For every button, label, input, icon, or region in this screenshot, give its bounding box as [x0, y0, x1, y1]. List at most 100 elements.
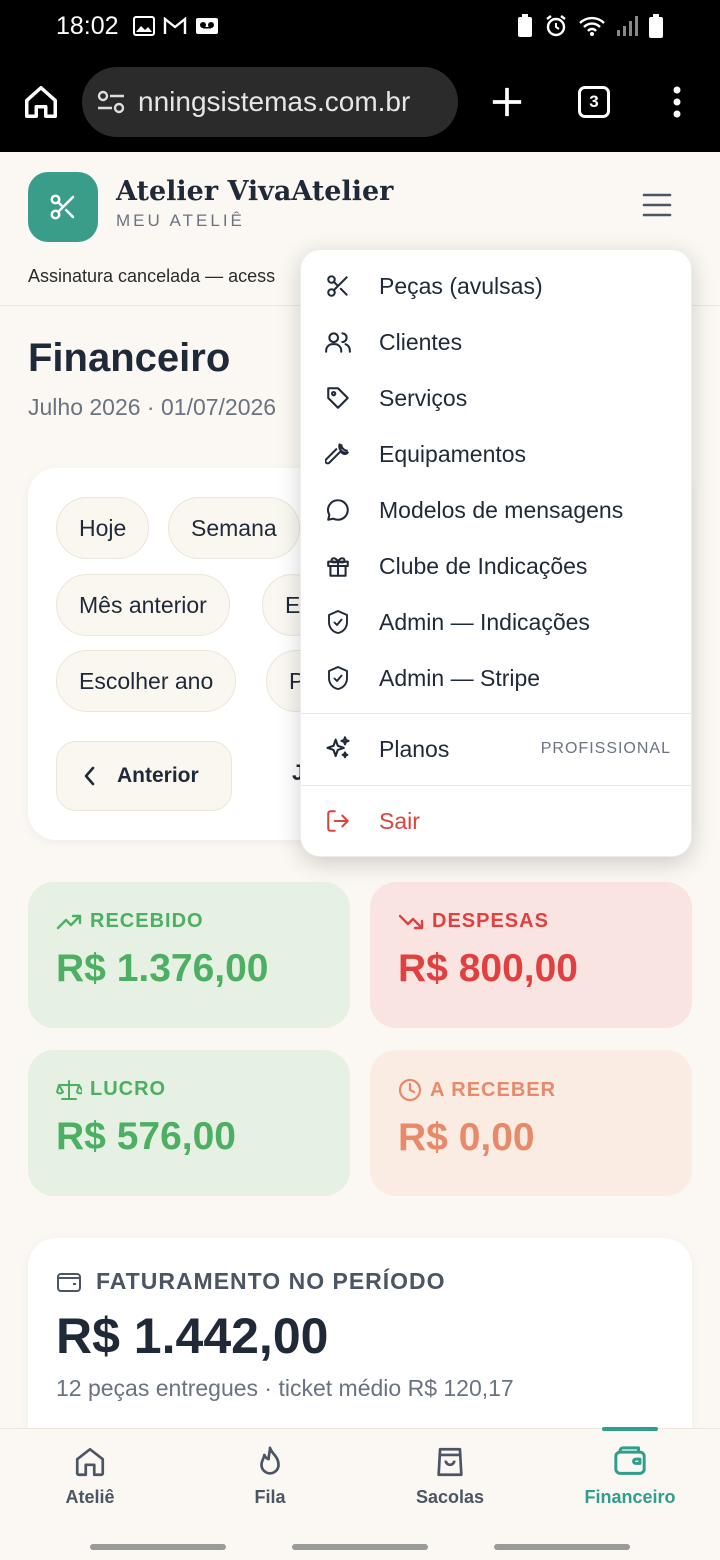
nav-sacolas-label: Sacolas — [415, 1487, 485, 1507]
flame-icon — [253, 1445, 287, 1479]
shield-icon — [323, 609, 353, 635]
nav-atelie[interactable]: Ateliê — [0, 1445, 180, 1508]
bag-icon — [433, 1445, 467, 1479]
clock-icon — [398, 1078, 422, 1102]
page-title: Financeiro — [28, 336, 231, 380]
gesture-bar-left — [90, 1544, 226, 1550]
stat-a-receber: A RECEBER R$ 0,00 — [370, 1050, 692, 1196]
nav-fila[interactable]: Fila — [180, 1445, 360, 1508]
tab-count: 3 — [578, 86, 610, 118]
wrench-icon — [323, 441, 353, 467]
brand-name: Atelier VivaAtelier — [116, 176, 394, 207]
browser-toolbar: nningsistemas.com.br 3 — [0, 52, 720, 152]
gmail-icon — [163, 17, 187, 35]
plan-badge: PROFISSIONAL — [540, 740, 671, 757]
menu-item-servicos-label: Serviços — [379, 384, 468, 411]
battery-saver-icon — [516, 14, 534, 38]
menu-item-clientes-label: Clientes — [379, 328, 463, 355]
menu-divider — [301, 713, 693, 714]
nav-financeiro[interactable]: Financeiro — [540, 1445, 720, 1508]
active-indicator — [602, 1427, 658, 1431]
menu-item-pecas[interactable]: Peças (avulsas) — [301, 258, 693, 314]
gesture-bar-right — [494, 1544, 630, 1550]
menu-icon[interactable] — [642, 192, 672, 218]
menu-item-admin-stripe[interactable]: Admin — Stripe — [301, 650, 693, 706]
chip-semana[interactable]: Semana — [168, 497, 300, 559]
stat-recebido-value: R$ 1.376,00 — [56, 947, 269, 990]
stat-despesas-value: R$ 800,00 — [398, 947, 578, 990]
gallery-icon — [132, 16, 155, 36]
users-icon — [323, 329, 353, 355]
url-text: nningsistemas.com.br — [138, 86, 411, 117]
sparkles-icon — [323, 735, 353, 763]
menu-item-sair[interactable]: Sair — [301, 793, 693, 849]
trending-down-icon — [398, 913, 424, 931]
wallet-icon — [56, 1270, 82, 1294]
nav-financeiro-label: Financeiro — [584, 1487, 676, 1507]
menu-item-servicos[interactable]: Serviços — [301, 370, 693, 426]
stat-lucro-label: LUCRO — [90, 1078, 167, 1100]
stat-recebido-label: RECEBIDO — [90, 910, 204, 932]
stat-a-receber-value: R$ 0,00 — [398, 1116, 535, 1159]
stat-lucro: LUCRO R$ 576,00 — [28, 1050, 350, 1196]
nav-atelie-label: Ateliê — [65, 1487, 115, 1507]
menu-item-clientes[interactable]: Clientes — [301, 314, 693, 370]
stat-a-receber-label: A RECEBER — [430, 1078, 557, 1101]
trending-up-icon — [56, 913, 82, 931]
stat-despesas-label: DESPESAS — [432, 910, 549, 932]
tab-switcher-button[interactable]: 3 — [578, 86, 610, 118]
chevron-left-icon — [83, 766, 95, 786]
gift-icon — [323, 553, 353, 579]
page-subtitle: Julho 2026 · 01/07/2026 — [28, 394, 277, 420]
address-bar[interactable]: nningsistemas.com.br — [82, 67, 458, 137]
nav-dropdown-menu: Peças (avulsas) Clientes Serviços Equipa… — [300, 249, 693, 857]
menu-item-admin-indicacoes[interactable]: Admin — Indicações — [301, 594, 693, 650]
home-icon[interactable] — [22, 83, 60, 121]
brand: Atelier VivaAtelier MEU ATELIÊ — [116, 176, 393, 231]
subscription-banner: Assinatura cancelada — acess — [28, 266, 276, 286]
home-icon — [73, 1445, 107, 1479]
wifi-icon — [578, 15, 606, 37]
previous-label: Anterior — [117, 764, 199, 787]
wallet-icon — [613, 1445, 647, 1479]
menu-item-clube-label: Clube de Indicações — [379, 552, 588, 579]
more-options-icon[interactable] — [672, 85, 682, 119]
menu-item-pecas-label: Peças (avulsas) — [379, 272, 543, 299]
signal-icon — [616, 15, 638, 37]
faturamento-desc: 12 peças entregues · ticket médio R$ 120… — [56, 1375, 514, 1401]
tag-icon — [323, 385, 353, 411]
menu-item-equipamentos[interactable]: Equipamentos — [301, 426, 693, 482]
new-tab-icon[interactable] — [490, 85, 524, 119]
stat-despesas: DESPESAS R$ 800,00 — [370, 882, 692, 1028]
shield-icon — [323, 665, 353, 691]
menu-item-clube-indicacoes[interactable]: Clube de Indicações — [301, 538, 693, 594]
site-settings-icon[interactable] — [96, 89, 126, 115]
menu-item-planos[interactable]: Planos PROFISSIONAL — [301, 721, 693, 777]
scissors-icon — [323, 273, 353, 299]
menu-item-sair-label: Sair — [379, 807, 420, 834]
nav-fila-label: Fila — [254, 1487, 286, 1507]
previous-period-button[interactable]: Anterior — [56, 741, 232, 811]
brand-subtitle: MEU ATELIÊ — [116, 211, 245, 230]
chip-mes-anterior[interactable]: Mês anterior — [56, 574, 230, 636]
chip-escolher-ano[interactable]: Escolher ano — [56, 650, 237, 712]
menu-item-admin-indicacoes-label: Admin — Indicações — [379, 608, 590, 635]
menu-item-modelos-label: Modelos de mensagens — [379, 496, 624, 523]
faturamento-value: R$ 1.442,00 — [56, 1308, 329, 1364]
status-bar: 18:02 — [0, 0, 720, 52]
chip-hoje[interactable]: Hoje — [56, 497, 150, 559]
gesture-bar-center — [292, 1544, 428, 1550]
app-logo[interactable] — [28, 172, 98, 242]
menu-divider — [301, 785, 693, 786]
faturamento-label: FATURAMENTO NO PERÍODO — [96, 1268, 446, 1294]
menu-item-modelos-mensagens[interactable]: Modelos de mensagens — [301, 482, 693, 538]
bottom-nav: Ateliê Fila Sacolas Financeiro — [0, 1427, 720, 1560]
stat-recebido: RECEBIDO R$ 1.376,00 — [28, 882, 350, 1028]
battery-icon — [648, 13, 664, 39]
message-icon — [323, 497, 353, 523]
nav-sacolas[interactable]: Sacolas — [360, 1445, 540, 1508]
scale-icon — [56, 1079, 82, 1101]
menu-item-planos-label: Planos — [379, 735, 450, 762]
logout-icon — [323, 808, 353, 834]
stat-lucro-value: R$ 576,00 — [56, 1115, 236, 1158]
